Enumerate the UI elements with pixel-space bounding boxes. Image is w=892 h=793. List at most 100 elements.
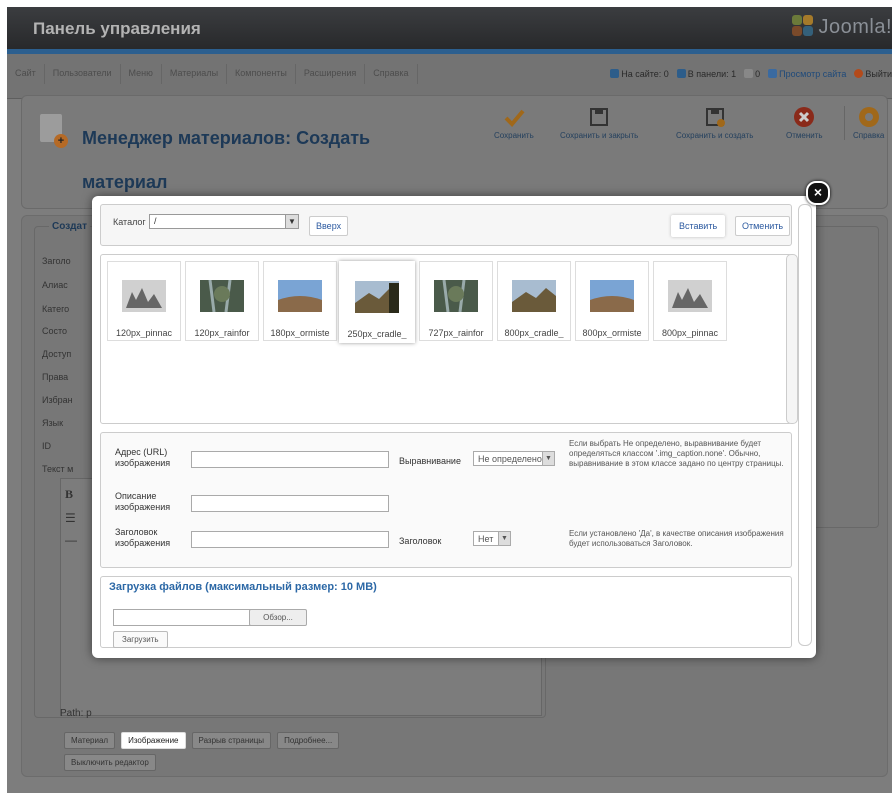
cancel-icon [794, 107, 815, 127]
image-caption: 727px_rainfor [428, 328, 484, 338]
logout-link[interactable]: Выйти [854, 69, 892, 79]
readmore-button[interactable]: Подробнее... [277, 732, 340, 749]
menu-help[interactable]: Справка [365, 64, 418, 84]
pagebreak-button[interactable]: Разрыв страницы [191, 732, 272, 749]
bold-icon[interactable]: B [65, 487, 73, 502]
catalog-select[interactable]: / ▼ [149, 214, 299, 229]
image-thumb[interactable]: 800px_cradle_ [497, 261, 571, 341]
file-input[interactable] [113, 609, 251, 626]
description-label-line2: изображения [115, 502, 171, 512]
monitor-icon [768, 69, 778, 78]
image-thumb[interactable]: 180px_ormiste [263, 261, 337, 341]
pinnacles-image [668, 280, 712, 312]
align-help-text: Если выбрать Не определено, выравнивание… [569, 439, 784, 468]
horizontal-rule-icon[interactable]: — [65, 533, 77, 547]
joomla-logo-icon [792, 15, 814, 37]
status-site: На сайте: 0 [610, 69, 669, 79]
title-label-line1: Заголовок [115, 527, 158, 537]
panel-title: Панель управления [33, 19, 201, 38]
floppy-plus-icon [705, 108, 725, 127]
label-featured: Избран [42, 395, 73, 405]
label-access: Доступ [42, 349, 72, 359]
floppy-icon [590, 108, 609, 126]
url-input[interactable] [191, 451, 389, 468]
caption-select[interactable]: Нет ▼ [473, 531, 511, 546]
view-site-text: Просмотр сайта [779, 69, 847, 79]
caption-label: Заголовок [399, 536, 442, 546]
title-input[interactable] [191, 531, 389, 548]
save-button[interactable]: Сохранить [494, 106, 534, 140]
cradle-image [355, 281, 399, 313]
chevron-down-icon: ▼ [498, 532, 510, 545]
rainforest-image [434, 280, 478, 312]
up-button[interactable]: Вверх [309, 216, 349, 236]
status-messages[interactable]: 0 [744, 69, 760, 79]
menu-users[interactable]: Пользователи [45, 64, 121, 84]
image-caption: 120px_pinnac [115, 328, 173, 338]
image-thumb[interactable]: 727px_rainfor [419, 261, 493, 341]
browse-button[interactable]: Обзор... [249, 609, 307, 626]
save-close-label: Сохранить и закрыть [560, 131, 639, 140]
cancel-button[interactable]: Отменить [786, 106, 823, 140]
status-bar: На сайте: 0 В панели: 1 0 Просмотр сайта… [610, 69, 892, 79]
image-caption: 800px_pinnac [661, 328, 719, 338]
ormiston-image [278, 280, 322, 312]
main-menu: Сайт Пользователи Меню Материалы Компоне… [7, 64, 418, 84]
url-label-line1: Адрес (URL) [115, 447, 168, 457]
modal-scrollbar[interactable] [798, 204, 812, 646]
help-button[interactable]: Справка [844, 106, 884, 140]
joomla-logo: Joomla! [792, 15, 892, 39]
menu-content[interactable]: Материалы [162, 64, 228, 84]
insert-button[interactable]: Вставить [671, 215, 726, 237]
description-label-line1: Описание [115, 491, 157, 501]
ormiston-image [590, 280, 634, 312]
caption-value: Нет [478, 534, 494, 544]
image-properties: Адрес (URL) изображения Описание изображен… [100, 432, 792, 568]
save-new-label: Сохранить и создать [676, 131, 754, 140]
url-label-line2: изображения [115, 458, 171, 468]
main-menubar: Сайт Пользователи Меню Материалы Компоне… [7, 54, 892, 99]
image-thumb[interactable]: 800px_ormiste [575, 261, 649, 341]
image-button[interactable]: Изображение [121, 732, 186, 749]
image-thumb[interactable]: 800px_pinnac [653, 261, 727, 341]
menu-site[interactable]: Сайт [7, 64, 45, 84]
upload-legend: Загрузка файлов (максимальный размер: 10… [109, 581, 381, 593]
catalog-value: / [154, 216, 157, 226]
label-text: Текст м [42, 464, 74, 474]
menu-components[interactable]: Компоненты [227, 64, 296, 84]
save-new-button[interactable]: Сохранить и создать [676, 106, 753, 140]
article-button[interactable]: Материал [64, 732, 116, 749]
image-caption: 120px_rainfor [194, 328, 250, 338]
image-thumb[interactable]: 120px_pinnac [107, 261, 181, 341]
image-thumb-selected[interactable]: 250px_cradle_ [339, 261, 415, 343]
image-list-scrollbar[interactable] [786, 254, 798, 424]
save-label: Сохранить [494, 131, 534, 140]
image-list: 120px_pinnac 120px_rainfor 180px_ormiste… [100, 254, 792, 424]
align-value: Не определено [478, 454, 542, 464]
view-site-link[interactable]: Просмотр сайта [768, 69, 846, 79]
title-label: Заголовок изображения [115, 527, 170, 549]
menu-extensions[interactable]: Расширения [296, 64, 366, 84]
title-label-line2: изображения [115, 538, 171, 548]
label-category: Катего [42, 304, 70, 314]
upload-button[interactable]: Загрузить [113, 631, 168, 648]
plus-icon: + [54, 134, 68, 148]
save-close-button[interactable]: Сохранить и закрыть [560, 106, 638, 140]
align-select[interactable]: Не определено ▼ [473, 451, 555, 466]
menu-menus[interactable]: Меню [121, 64, 162, 84]
align-label: Выравнивание [399, 456, 461, 466]
bullet-list-icon[interactable]: ☰ [65, 511, 76, 525]
toolbar-box: + Менеджер материалов: Создать материал … [21, 95, 888, 209]
catalog-label: Каталог [113, 217, 146, 227]
close-icon[interactable]: × [806, 181, 830, 205]
label-state: Состо [42, 326, 68, 336]
description-input[interactable] [191, 495, 389, 512]
description-label: Описание изображения [115, 491, 170, 513]
image-manager-modal: Каталог / ▼ Вверх Вставить Отменить 120px… [92, 196, 816, 658]
toggle-editor-button[interactable]: Выключить редактор [64, 754, 156, 771]
image-thumb[interactable]: 120px_rainfor [185, 261, 259, 341]
users-icon [610, 69, 620, 78]
page-title-line1: Менеджер материалов: Создать [82, 128, 371, 148]
modal-cancel-button[interactable]: Отменить [735, 216, 791, 236]
chevron-down-icon: ▼ [285, 215, 298, 228]
